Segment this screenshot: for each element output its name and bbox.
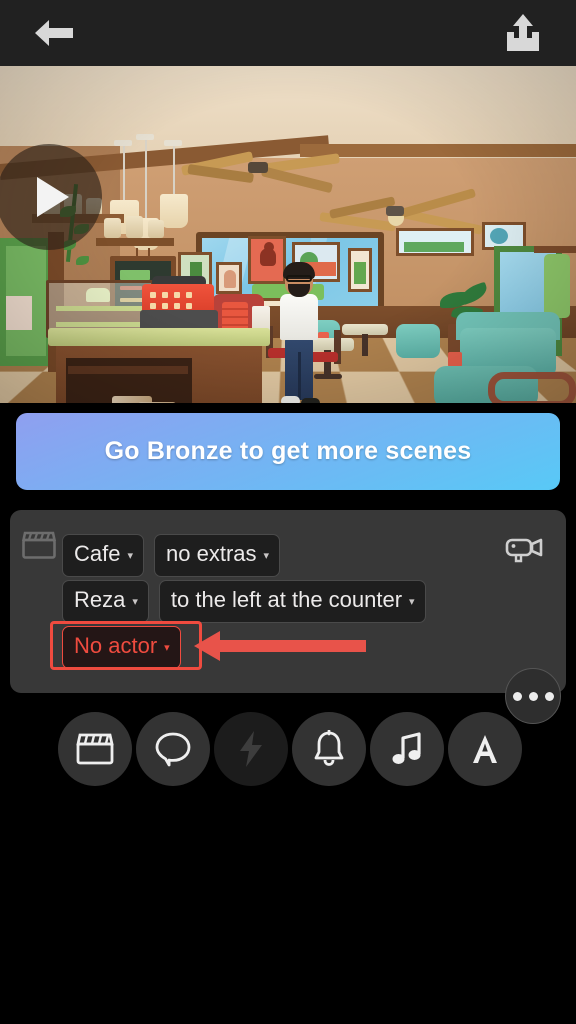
chip-location[interactable]: Cafe ▾ [62, 533, 145, 577]
lightning-bolt-icon [240, 731, 262, 767]
bottom-toolbar [0, 712, 576, 790]
chip-actor-name-label: Reza [74, 587, 126, 612]
chip-no-actor[interactable]: No actor ▾ [62, 625, 181, 669]
chevron-down-icon: ▾ [263, 549, 270, 562]
scene-chip-rows: Cafe ▾ no extras ▾ Reza ▾ to the left at… [62, 533, 482, 674]
more-dot [544, 691, 554, 701]
share-button[interactable] [500, 10, 546, 56]
chevron-down-icon: ▾ [409, 595, 415, 608]
chip-actor-position-label: to the left at the counter [170, 587, 403, 612]
more-dot [528, 691, 538, 701]
toolbar-effects-button[interactable] [214, 712, 288, 786]
scene-row-actor-one: Reza ▾ to the left at the counter ▾ [62, 579, 482, 623]
chip-extras[interactable]: no extras ▾ [154, 533, 281, 577]
movie-camera-icon[interactable] [504, 534, 544, 566]
more-dot [512, 691, 522, 701]
share-upload-icon [507, 14, 539, 51]
chevron-down-icon: ▾ [164, 641, 170, 654]
clapperboard-icon [76, 733, 114, 765]
scene-row-location: Cafe ▾ no extras ▾ [62, 533, 482, 577]
video-preview[interactable] [0, 66, 576, 403]
clapperboard-icon [22, 531, 56, 559]
toolbar-dialogue-button[interactable] [136, 712, 210, 786]
chip-no-actor-label: No actor [74, 633, 158, 658]
back-button[interactable] [30, 14, 78, 52]
chevron-down-icon: ▾ [127, 549, 134, 562]
bottom-empty-area [0, 790, 576, 1024]
top-bar [0, 0, 576, 66]
toolbar-music-button[interactable] [370, 712, 444, 786]
app-root: Go Bronze to get more scenes Cafe ▾ no e… [0, 0, 576, 1024]
go-bronze-banner-label: Go Bronze to get more scenes [104, 437, 472, 465]
scene-row-actor-two: No actor ▾ [62, 625, 482, 669]
bell-icon [314, 730, 344, 766]
toolbar-sound-effects-button[interactable] [292, 712, 366, 786]
music-note-icon [392, 732, 421, 764]
toolbar-scene-button[interactable] [58, 712, 132, 786]
go-bronze-banner[interactable]: Go Bronze to get more scenes [16, 413, 560, 490]
play-button[interactable] [0, 144, 102, 250]
chip-location-label: Cafe [74, 541, 121, 566]
play-triangle-icon [37, 177, 69, 217]
back-arrow-icon [35, 20, 73, 46]
speech-bubble-icon [155, 732, 191, 767]
chip-actor-name[interactable]: Reza ▾ [62, 579, 149, 623]
toolbar-text-button[interactable] [448, 712, 522, 786]
chevron-down-icon: ▾ [132, 595, 138, 608]
text-letter-a-icon [473, 735, 497, 763]
chip-extras-label: no extras [166, 541, 257, 566]
chip-actor-position[interactable]: to the left at the counter ▾ [158, 579, 426, 623]
